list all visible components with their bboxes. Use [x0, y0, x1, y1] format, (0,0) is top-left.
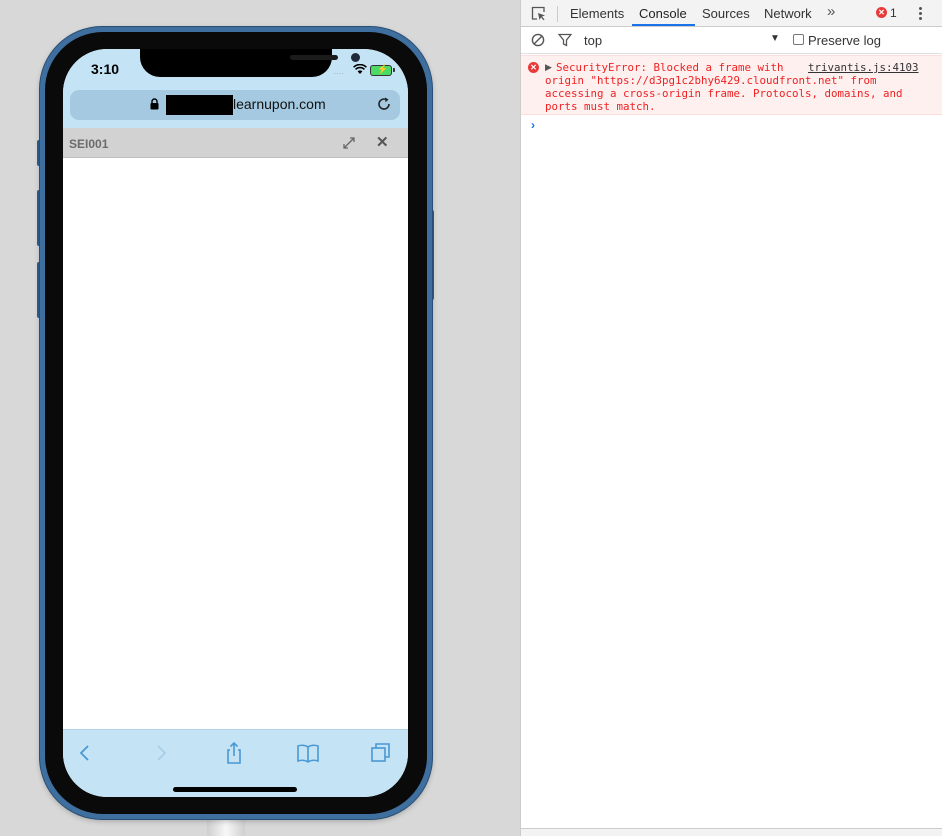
reload-icon[interactable] [376, 96, 392, 112]
back-icon[interactable] [73, 740, 99, 766]
filter-icon[interactable] [558, 33, 572, 47]
notch [140, 49, 360, 77]
tab-elements[interactable]: Elements [570, 6, 624, 21]
share-icon[interactable] [221, 740, 247, 766]
devtools-pane: Elements Console Sources Network » ✕ 1 t… [520, 0, 942, 836]
tab-sources[interactable]: Sources [702, 6, 750, 21]
error-count-icon[interactable]: ✕ [876, 7, 887, 18]
phone-screen: 3:10 .... ⚡ learnupon.com SEI001 ✕ [63, 49, 408, 797]
url-domain: learnupon.com [233, 96, 326, 112]
toolbar-divider [557, 6, 558, 22]
earpiece-speaker [290, 55, 338, 60]
tab-console[interactable]: Console [639, 6, 687, 21]
wifi-icon [353, 64, 367, 74]
expand-icon[interactable] [342, 136, 356, 150]
preserve-log-checkbox[interactable] [793, 34, 804, 45]
course-content-frame[interactable] [63, 158, 408, 729]
console-filter-bar: top ▼ Preserve log [521, 27, 942, 54]
tab-network[interactable]: Network [764, 6, 812, 21]
active-tab-indicator [632, 24, 695, 26]
error-source-link[interactable]: trivantis.js:4103 [808, 61, 919, 74]
redacted-subdomain [166, 95, 233, 115]
clear-console-icon[interactable] [531, 33, 545, 47]
inspect-element-icon[interactable] [531, 6, 546, 21]
address-bar[interactable]: learnupon.com [70, 90, 400, 120]
console-error-message[interactable]: ✕ ▶ SecurityError: Blocked a frame with … [521, 55, 942, 115]
safari-address-area: learnupon.com [63, 89, 408, 128]
more-tabs-icon[interactable]: » [827, 3, 835, 20]
error-line: accessing a cross-origin frame. Protocol… [545, 87, 903, 100]
preserve-log-label[interactable]: Preserve log [808, 33, 881, 48]
error-line: ports must match. [545, 100, 656, 113]
close-icon[interactable]: ✕ [376, 133, 389, 151]
forward-icon[interactable] [147, 740, 173, 766]
error-icon: ✕ [528, 62, 539, 73]
chevron-down-icon[interactable]: ▼ [770, 33, 780, 44]
front-camera [351, 53, 360, 62]
battery-icon: ⚡ [370, 64, 395, 76]
tabs-icon[interactable] [368, 740, 394, 766]
simulator-pane: 3:10 .... ⚡ learnupon.com SEI001 ✕ [0, 0, 520, 836]
home-indicator[interactable] [173, 787, 297, 792]
devtools-bottom-edge [521, 828, 942, 836]
charging-bolt-icon: ⚡ [377, 64, 389, 74]
lightbox-header: SEI001 ✕ [63, 128, 408, 158]
lightbox-title: SEI001 [69, 137, 109, 151]
console-prompt-icon[interactable]: › [531, 118, 535, 132]
devtools-tab-bar: Elements Console Sources Network » ✕ 1 [521, 0, 942, 27]
cell-signal-icon: .... [334, 70, 345, 76]
context-selector[interactable]: top [584, 33, 602, 48]
error-line: origin "https://d3pg1c2bhy6429.cloudfron… [545, 74, 877, 87]
bookmarks-icon[interactable] [295, 740, 321, 766]
error-count[interactable]: 1 [890, 6, 897, 20]
more-options-icon[interactable] [919, 5, 923, 22]
lock-icon [150, 98, 159, 110]
status-time: 3:10 [91, 61, 120, 77]
